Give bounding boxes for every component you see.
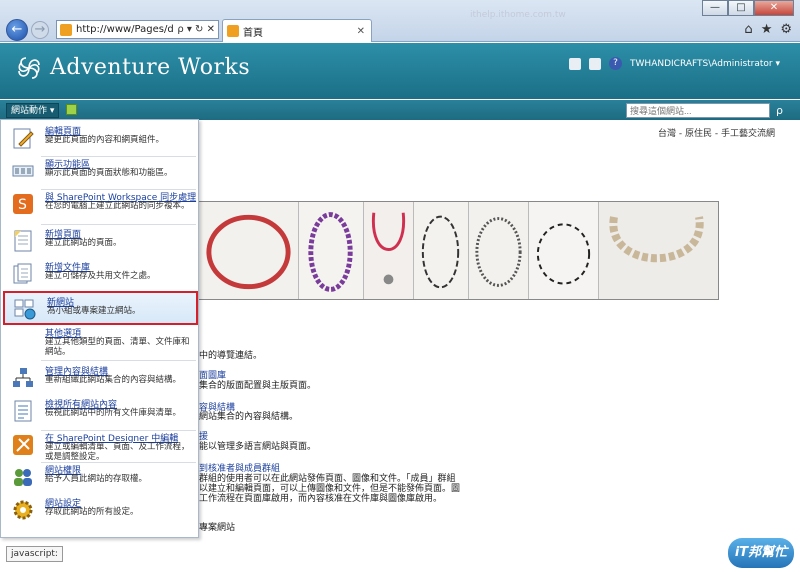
watermark-logo: iT邦幫忙 — [728, 538, 794, 568]
close-window-button[interactable]: ✕ — [754, 0, 794, 16]
menu-item-desc: 在您的電腦上建立此網站的同步複本。 — [45, 201, 190, 211]
menu-item-sync-workspace[interactable]: S 與 SharePoint Workspace 同步處理 在您的電腦上建立此網… — [3, 188, 198, 226]
necklace-photo — [199, 202, 299, 299]
browser-tools: ⌂ ★ ⚙ — [744, 22, 792, 37]
content-text: 專案網站 — [199, 523, 236, 533]
gear-icon[interactable]: ⚙ — [780, 22, 792, 37]
settings-gear-icon — [13, 500, 33, 520]
help-icon[interactable]: ? — [609, 57, 623, 70]
menu-item-edit-page[interactable]: 編輯頁面 變更此頁面的內容和網頁組件。 — [3, 122, 198, 156]
content-text: 能以管理多語言網站與頁面。 — [199, 442, 317, 452]
menu-item-show-ribbon[interactable]: 顯示功能區 顯示此頁面的頁面狀態和功能區。 — [3, 155, 198, 189]
necklace-photo — [529, 202, 599, 299]
menu-separator — [41, 360, 196, 361]
address-text: http://www/Pages/d — [76, 24, 174, 35]
tab-close-icon[interactable]: ✕ — [357, 26, 365, 37]
menu-item-new-library[interactable]: 新增文件庫 建立可儲存及共用文件之處。 — [3, 258, 198, 292]
favorites-icon[interactable]: ★ — [761, 22, 773, 37]
back-button[interactable]: ← — [6, 19, 28, 41]
menu-item-desc: 建立可儲存及共用文件之處。 — [45, 271, 156, 281]
menu-item-site-settings[interactable]: 網站設定 存取此網站的所有設定。 — [3, 494, 198, 528]
content-text: 中的導覽連結。 — [199, 351, 263, 361]
menu-item-desc: 為小組或專案建立網站。 — [47, 306, 141, 316]
menu-item-desc: 顯示此頁面的頁面狀態和功能區。 — [45, 168, 173, 178]
menu-item-desc: 重新組織此網站集合的內容與結構。 — [45, 375, 182, 385]
svg-text:S: S — [18, 197, 27, 213]
tag-icon[interactable] — [569, 57, 582, 70]
menu-item-desc: 存取此網站的所有設定。 — [45, 507, 139, 517]
menu-item-desc: 變更此頁面的內容和網頁組件。 — [45, 135, 165, 145]
ribbon-icon — [12, 165, 34, 177]
sharepoint-workspace-icon: S — [13, 194, 33, 214]
permissions-icon — [14, 469, 32, 486]
breadcrumb: 台灣 - 原住民 - 手工藝交流網 — [658, 129, 775, 139]
document-library-icon — [13, 263, 32, 284]
status-bar: javascript: — [6, 546, 63, 562]
necklace-photo — [299, 202, 364, 299]
necklace-photo — [414, 202, 469, 299]
site-favicon-icon — [60, 23, 72, 36]
home-icon[interactable]: ⌂ — [744, 22, 752, 37]
view-content-icon — [14, 400, 32, 422]
address-controls[interactable]: ρ ▾ ↻ ✕ — [177, 24, 218, 35]
site-title[interactable]: Adventure Works — [50, 55, 250, 80]
menu-item-new-site[interactable]: 新網站 為小組或專案建立網站。 — [3, 291, 198, 325]
maximize-button[interactable]: □ — [728, 0, 754, 16]
address-bar[interactable]: http://www/Pages/d ρ ▾ ↻ ✕ — [56, 20, 219, 39]
site-actions-menu: 編輯頁面 變更此頁面的內容和網頁組件。 顯示功能區 顯示此頁面的頁面狀態和功能區… — [0, 119, 199, 538]
site-logo-icon — [18, 57, 40, 79]
content-text: 集合的版面配置與主版頁面。 — [199, 381, 317, 391]
menu-item-desc: 建立或編輯清單、頁面、及工作流程，或是調整設定。 — [45, 442, 190, 462]
edit-page-icon — [13, 128, 34, 149]
blurred-url: ithelp.ithome.com.tw — [470, 10, 566, 20]
menu-item-site-permissions[interactable]: 網站權限 給予人員此網站的存取權。 — [3, 461, 198, 495]
necklace-photo — [469, 202, 529, 299]
menu-item-manage-content[interactable]: 管理內容與結構 重新組織此網站集合的內容與結構。 — [3, 362, 198, 398]
site-structure-icon — [13, 368, 33, 387]
menu-item-desc: 檢視此網站中的所有文件庫與清單。 — [45, 408, 182, 418]
new-page-icon — [14, 230, 32, 252]
menu-item-new-page[interactable]: 新增頁面 建立此網站的頁面。 — [3, 225, 198, 259]
minimize-button[interactable]: — — [702, 0, 728, 16]
browse-icon[interactable] — [66, 104, 77, 115]
banner-image — [198, 201, 719, 300]
menu-item-desc: 建立其他類型的頁面、清單、文件庫和網站。 — [45, 337, 190, 357]
ribbon-bar: 網站動作 ▾ ρ — [0, 100, 800, 120]
tab-favicon-icon — [227, 25, 239, 37]
site-header: Adventure Works ? TWHANDICRAFTS\Administ… — [0, 43, 800, 99]
forward-button[interactable]: → — [31, 21, 49, 39]
browser-chrome: — □ ✕ ← → http://www/Pages/d ρ ▾ ↻ ✕ 首頁 … — [0, 0, 800, 42]
notes-icon[interactable] — [589, 57, 602, 70]
menu-item-more-options[interactable]: 其他選項 建立其他類型的頁面、清單、文件庫和網站。 — [3, 324, 198, 360]
tab-title: 首頁 — [243, 27, 263, 39]
menu-item-view-all-content[interactable]: 檢視所有網站內容 檢視此網站中的所有文件庫與清單。 — [3, 395, 198, 431]
search-icon[interactable]: ρ — [772, 103, 787, 118]
user-menu[interactable]: TWHANDICRAFTS\Administrator ▾ — [630, 59, 780, 69]
search-input[interactable] — [626, 103, 770, 118]
content-text: 工作流程在頁面庫啟用，而內容核准在文件庫與圖像庫啟用。 — [199, 494, 443, 504]
necklace-photo — [364, 202, 414, 299]
menu-item-desc: 給予人員此網站的存取權。 — [45, 474, 148, 484]
content-text: 網站集合的內容與結構。 — [199, 412, 299, 422]
sharepoint-designer-icon — [13, 435, 33, 455]
site-actions-button[interactable]: 網站動作 ▾ — [6, 103, 60, 118]
browser-tab[interactable]: 首頁 ✕ — [222, 19, 372, 42]
menu-item-desc: 建立此網站的頁面。 — [45, 238, 122, 248]
window-controls: — □ ✕ — [702, 0, 794, 16]
necklace-photo — [599, 202, 718, 299]
new-site-icon — [14, 299, 36, 320]
header-tools: ? TWHANDICRAFTS\Administrator ▾ — [569, 57, 780, 70]
